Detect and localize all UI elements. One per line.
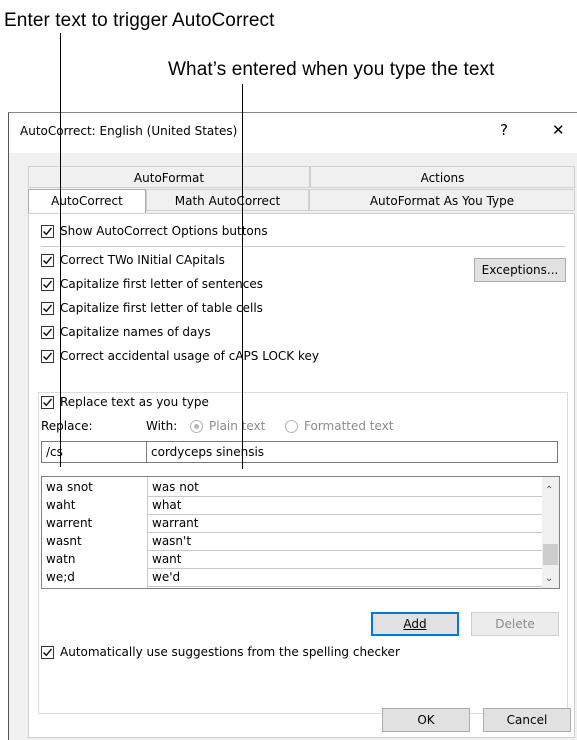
formatted-text-label: Formatted text bbox=[304, 419, 394, 433]
close-icon[interactable]: ✕ bbox=[552, 121, 565, 139]
checkbox-checked[interactable] bbox=[41, 254, 54, 267]
checkbox-checked[interactable] bbox=[41, 350, 54, 363]
scrollbar[interactable]: ⌃ ⌄ bbox=[542, 477, 559, 588]
checkbox-checked[interactable] bbox=[41, 225, 54, 238]
replace-as-you-type-label: Replace text as you type bbox=[60, 395, 209, 409]
entry-replace-text: wa snot bbox=[46, 480, 93, 494]
cancel-button[interactable]: Cancel bbox=[483, 708, 571, 732]
entry-replace-text: wasnt bbox=[46, 534, 82, 548]
add-button-label: Add bbox=[403, 617, 427, 631]
entry-with-text: we'd bbox=[152, 570, 181, 584]
trigger-leader-line bbox=[60, 33, 61, 467]
show-options-buttons-label: Show AutoCorrect Options buttons bbox=[60, 224, 268, 238]
entry-with-text: wasn't bbox=[152, 534, 192, 548]
checkbox-checked[interactable] bbox=[41, 396, 54, 409]
tab-autoformat[interactable]: AutoFormat bbox=[28, 166, 310, 188]
list-item[interactable]: wasnt wasn't bbox=[42, 533, 542, 551]
dialog-title: AutoCorrect: English (United States) bbox=[20, 124, 238, 138]
add-button[interactable]: Add bbox=[371, 612, 459, 636]
scroll-up-icon[interactable]: ⌃ bbox=[545, 485, 553, 496]
autocorrect-panel: Show AutoCorrect Options buttons Correct… bbox=[28, 213, 575, 738]
correct-two-initial-label: Correct TWo INitial CApitals bbox=[60, 253, 225, 267]
plain-text-label: Plain text bbox=[209, 419, 266, 433]
callout-entered: What’s entered when you type the text bbox=[168, 59, 495, 80]
exceptions-button[interactable]: Exceptions... bbox=[474, 258, 566, 282]
tab-autocorrect[interactable]: AutoCorrect bbox=[28, 189, 146, 214]
scroll-thumb[interactable] bbox=[543, 544, 558, 565]
entry-with-text: warrant bbox=[152, 516, 199, 530]
tab-actions[interactable]: Actions bbox=[310, 166, 575, 188]
entry-with-text: was not bbox=[152, 480, 199, 494]
callout-trigger: Enter text to trigger AutoCorrect bbox=[4, 10, 275, 31]
with-input[interactable]: cordyceps sinensis bbox=[146, 441, 558, 463]
entry-replace-text: warrent bbox=[46, 516, 93, 530]
entry-replace-text: watn bbox=[46, 552, 76, 566]
entry-replace-text: waht bbox=[46, 498, 76, 512]
entry-replace-text: we;d bbox=[46, 570, 75, 584]
tab-math-autocorrect[interactable]: Math AutoCorrect bbox=[146, 189, 309, 211]
capitalize-sentences-label: Capitalize first letter of sentences bbox=[60, 277, 263, 291]
entry-with-text: what bbox=[152, 498, 182, 512]
checkbox-checked[interactable] bbox=[41, 278, 54, 291]
tab-autoformat-as-you-type[interactable]: AutoFormat As You Type bbox=[309, 189, 575, 211]
checkbox-checked[interactable] bbox=[41, 302, 54, 315]
replace-input[interactable]: /cs bbox=[41, 441, 147, 463]
autocorrect-dialog: AutoCorrect: English (United States) ? ✕… bbox=[8, 112, 577, 740]
checkbox-checked[interactable] bbox=[41, 646, 54, 659]
row-divider bbox=[147, 586, 542, 587]
replace-label: Replace: bbox=[41, 419, 93, 433]
caps-lock-label: Correct accidental usage of cAPS LOCK ke… bbox=[60, 349, 319, 363]
list-item[interactable]: waht what bbox=[42, 497, 542, 515]
list-item[interactable]: warrent warrant bbox=[42, 515, 542, 533]
capitalize-days-label: Capitalize names of days bbox=[60, 325, 211, 339]
help-button[interactable]: ? bbox=[500, 121, 508, 139]
formatted-text-radio[interactable] bbox=[285, 420, 298, 433]
spelling-suggestions-label: Automatically use suggestions from the s… bbox=[60, 645, 400, 659]
delete-button[interactable]: Delete bbox=[471, 612, 559, 636]
list-item[interactable]: we;d we'd bbox=[42, 569, 542, 587]
capitalize-table-cells-label: Capitalize first letter of table cells bbox=[60, 301, 263, 315]
autocorrect-entries-list[interactable]: wa snot was not waht what warrent warrant wasn… bbox=[41, 476, 560, 589]
scroll-down-icon[interactable]: ⌄ bbox=[545, 573, 553, 584]
entry-with-text: want bbox=[152, 552, 182, 566]
plain-text-radio[interactable] bbox=[190, 420, 203, 433]
title-bar: AutoCorrect: English (United States) ? ✕ bbox=[9, 113, 577, 153]
separator bbox=[41, 246, 565, 247]
entered-leader-line bbox=[242, 84, 243, 469]
list-item[interactable]: watn want bbox=[42, 551, 542, 569]
checkbox-checked[interactable] bbox=[41, 326, 54, 339]
list-item[interactable]: wa snot was not bbox=[42, 479, 542, 497]
ok-button[interactable]: OK bbox=[382, 708, 470, 732]
with-label: With: bbox=[146, 419, 178, 433]
